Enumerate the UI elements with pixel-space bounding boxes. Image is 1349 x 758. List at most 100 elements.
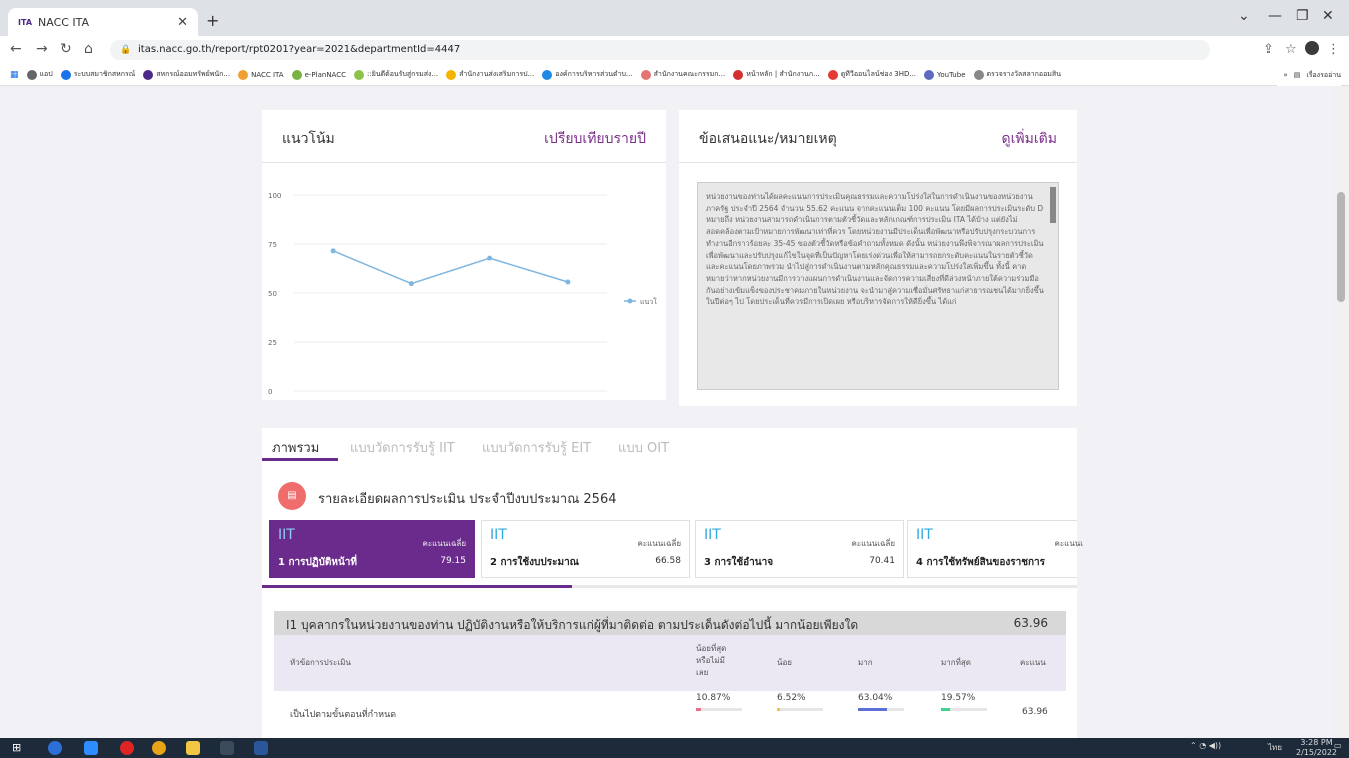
indicator-scroll-track[interactable]: [262, 585, 1077, 588]
windows-start-icon[interactable]: ⊞: [12, 741, 26, 755]
word-icon[interactable]: [254, 741, 268, 755]
menu-kebab-icon[interactable]: ⋮: [1327, 42, 1340, 57]
bookmark-item[interactable]: สำนักงานคณะกรรมก...: [640, 69, 725, 80]
share-icon[interactable]: ⇪: [1263, 42, 1274, 57]
close-tab-icon[interactable]: ✕: [177, 15, 188, 30]
bookmark-favicon-icon: [733, 69, 744, 80]
bookmark-star-icon[interactable]: ☆: [1285, 42, 1297, 57]
indicator-code: IIT: [278, 527, 295, 543]
indicator-card-4[interactable]: IIT คะแนนเ 4 การใช้ทรัพย์สินของราชการ: [907, 520, 1083, 578]
col-much: มาก: [858, 658, 873, 667]
url-input[interactable]: 🔒 itas.nacc.go.th/report/rpt0201?year=20…: [110, 40, 1210, 60]
indicator-avg-label: คะแนนเ: [1054, 539, 1083, 548]
trend-title: แนวโน้ม: [282, 131, 335, 147]
indicator-code: IIT: [916, 527, 933, 543]
active-tab-indicator: [262, 458, 338, 461]
browser-tab-bar: ITA NACC ITA ✕ + ⌄ — ❐ ✕: [0, 0, 1349, 36]
browser-tab[interactable]: ITA NACC ITA ✕: [8, 8, 198, 36]
row-little: 6.52%: [777, 693, 806, 703]
notification-icon[interactable]: ▭: [1334, 741, 1342, 750]
report-title: รายละเอียดผลการประเมิน ประจำปีงบประมาณ 2…: [318, 492, 617, 507]
indicator-card-3[interactable]: IIT คะแนนเฉลี่ย 3 การใช้อำนาจ 70.41: [695, 520, 904, 578]
compare-yearly-link[interactable]: เปรียบเทียบรายปี: [544, 128, 646, 150]
maximize-icon[interactable]: ❐: [1296, 8, 1309, 24]
profile-avatar[interactable]: [1305, 41, 1319, 55]
indicator-code: IIT: [490, 527, 507, 543]
row-least: 10.87%: [696, 693, 731, 703]
y-tick-label: 25: [268, 339, 277, 347]
bookmark-item[interactable]: e-PlanNACC: [291, 69, 346, 80]
zoom-icon[interactable]: [84, 741, 98, 755]
chrome-active-icon[interactable]: [220, 741, 234, 755]
clock[interactable]: 3:28 PM 2/15/2022: [1296, 738, 1337, 758]
bookmark-item[interactable]: หน้าหลัก | สำนักงานก...: [733, 69, 820, 80]
col-topic: หัวข้อการประเมิน: [290, 658, 351, 667]
bookmark-label: ระบบสมาชิกสหกรณ์: [73, 70, 136, 78]
bookmark-favicon-icon: [238, 69, 249, 80]
bookmarks-right: » ▤ เรื่องรออ่าน: [1277, 64, 1341, 86]
see-more-link[interactable]: ดูเพิ่มเติม: [1002, 128, 1057, 150]
bookmark-item[interactable]: ดูทีวีออนไลน์ช่อง 3HD...: [827, 69, 916, 80]
tab-search-icon[interactable]: ⌄: [1238, 8, 1250, 24]
row-most: 19.57%: [941, 693, 976, 703]
tab-eit[interactable]: แบบวัดการรับรู้ EIT: [482, 437, 591, 458]
textarea-scrollbar[interactable]: [1050, 187, 1056, 223]
language-indicator[interactable]: ไทย: [1268, 741, 1282, 754]
reading-list-label[interactable]: เรื่องรออ่าน: [1306, 70, 1341, 81]
bookmarks-bar: ▦ แอป ระบบสมาชิกสหกรณ์ สหกรณ์ออมทรัพย์พนัก…: [0, 64, 1349, 86]
tab-bar: ภาพรวม แบบวัดการรับรู้ IIT แบบวัดการรับร…: [262, 431, 1077, 461]
indicator-card-2[interactable]: IIT คะแนนเฉลี่ย 2 การใช้งบประมาณ 66.58: [481, 520, 690, 578]
window-close-icon[interactable]: ✕: [1322, 8, 1334, 24]
notes-textarea[interactable]: หน่วยงานของท่านได้ผลคะแนนการประเมินคุณธร…: [697, 182, 1059, 390]
page-scroll-thumb[interactable]: [1337, 192, 1345, 302]
indicator-name: 2 การใช้งบประมาณ: [490, 557, 579, 568]
tab-iit[interactable]: แบบวัดการรับรู้ IIT: [350, 437, 455, 458]
data-point: [565, 279, 571, 285]
bookmark-favicon-icon: [446, 69, 457, 80]
indicator-name: 4 การใช้ทรัพย์สินของราชการ: [916, 557, 1046, 568]
opera-icon[interactable]: [120, 741, 134, 755]
bookmark-item[interactable]: องค์การบริหารส่วนตำบ...: [542, 69, 633, 80]
page-content: แนวโน้ม เปรียบเทียบรายปี 025507510025612…: [0, 86, 1349, 738]
tab-overview[interactable]: ภาพรวม: [272, 437, 319, 458]
new-tab-button[interactable]: +: [206, 11, 219, 30]
bookmark-item[interactable]: ตรวจรางวัลสลากออมสิน: [973, 69, 1061, 80]
question-header: I1 บุคลากรในหน่วยงานของท่าน ปฏิบัติงานหร…: [274, 611, 1066, 635]
tab-oit[interactable]: แบบ OIT: [618, 437, 669, 458]
bookmark-item[interactable]: สหกรณ์ออมทรัพย์พนัก...: [143, 69, 230, 80]
bookmark-label: YouTube: [937, 70, 966, 79]
file-explorer-icon[interactable]: [186, 741, 200, 755]
y-tick-label: 50: [268, 290, 277, 298]
forward-icon[interactable]: →: [36, 41, 48, 57]
bookmark-item[interactable]: แอป: [26, 69, 53, 80]
col-score: คะแนน: [1020, 658, 1046, 667]
indicator-code: IIT: [704, 527, 721, 543]
question-score: 63.96: [1013, 616, 1048, 630]
minimize-icon[interactable]: —: [1268, 8, 1282, 24]
question-text: I1 บุคลากรในหน่วยงานของท่าน ปฏิบัติงานหร…: [286, 618, 859, 632]
home-icon[interactable]: ⌂: [84, 41, 93, 57]
page-scrollbar[interactable]: [1333, 86, 1349, 738]
indicator-card-1[interactable]: IIT คะแนนเฉลี่ย 1 การปฏิบัติหน้าที่ 79.1…: [269, 520, 475, 578]
bookmark-favicon-icon: [60, 69, 71, 80]
row-topic: เป็นไปตามขั้นตอนที่กำหนด: [290, 710, 397, 720]
bookmark-item[interactable]: ระบบสมาชิกสหกรณ์: [60, 69, 136, 80]
bookmark-item[interactable]: NACC ITA: [238, 69, 284, 80]
bookmark-item[interactable]: สำนักงานส่งเสริมการป...: [446, 69, 534, 80]
indicator-scroll-thumb[interactable]: [262, 585, 572, 588]
y-tick-label: 75: [268, 241, 277, 249]
data-point: [487, 255, 493, 261]
clock-time: 3:28 PM: [1300, 738, 1333, 747]
clock-date: 2/15/2022: [1296, 748, 1338, 757]
tray-icons[interactable]: ⌃ ◔ ◀)): [1190, 741, 1221, 750]
back-icon[interactable]: ←: [10, 41, 22, 57]
chrome-icon[interactable]: [152, 741, 166, 755]
reading-list-icon: ▤: [1293, 71, 1301, 79]
bookmarks-more-button[interactable]: »: [1283, 71, 1287, 79]
bookmark-item[interactable]: ::ยินดีต้อนรับสู่กรมส่ง...: [354, 69, 438, 80]
reload-icon[interactable]: ↻: [60, 41, 72, 57]
bookmark-item[interactable]: YouTube: [924, 69, 966, 80]
bookmark-label: e-PlanNACC: [304, 70, 346, 79]
apps-icon[interactable]: ▦: [10, 70, 19, 80]
app-icon[interactable]: [48, 741, 62, 755]
